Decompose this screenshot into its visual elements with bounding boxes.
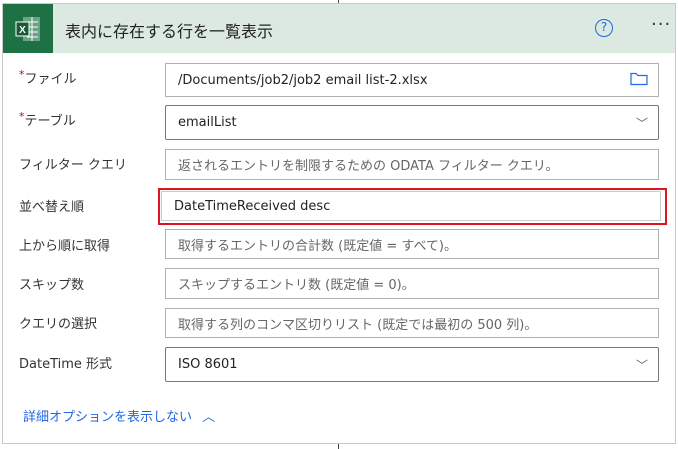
placeholder: 返されるエントリを制限するための ODATA フィルター クエリ。 [178,159,559,174]
folder-icon[interactable] [630,72,648,89]
excel-icon: X [3,4,53,53]
filter-query-label: フィルター クエリ [19,158,127,173]
action-card: X 表内に存在する行を一覧表示 ? ··· *ファイル /Documents/j… [2,3,676,444]
placeholder: スキップするエントリ数 (既定値 = 0)。 [178,278,415,293]
label-text: ファイル [24,72,77,87]
action-title: 表内に存在する行を一覧表示 [65,22,274,41]
svg-text:X: X [19,25,26,36]
chevron-down-icon: ﹀ [635,358,648,372]
link-text: 詳細オプションを表示しない [23,410,193,425]
chevron-down-icon: ﹀ [635,116,648,130]
label-text: テーブル [24,114,76,129]
connector-line [338,444,339,449]
datetime-format-dropdown[interactable]: ISO 8601 ﹀ [165,347,659,382]
input-value: /Documents/job2/job2 email list-2.xlsx [178,72,428,88]
top-count-label: 上から順に取得 [19,239,111,254]
highlight-box [158,188,667,225]
top-count-input[interactable]: 取得するエントリの合計数 (既定値 = すべて)。 [165,229,659,259]
select-query-input[interactable]: 取得する列のコンマ区切りリスト (既定では最初の 500 列)。 [165,308,659,338]
datetime-format-label: DateTime 形式 [19,357,113,372]
input-value: ISO 8601 [178,357,238,372]
select-query-label: クエリの選択 [19,317,98,332]
hide-advanced-options-link[interactable]: 詳細オプションを表示しない ︿ [23,406,215,425]
more-options-icon[interactable]: ··· [651,14,671,35]
skip-count-label: スキップ数 [19,278,85,293]
placeholder: 取得するエントリの合計数 (既定値 = すべて)。 [178,238,458,254]
chevron-up-icon: ︿ [202,410,216,425]
help-icon[interactable]: ? [595,19,613,37]
order-by-label: 並べ替え順 [19,200,85,215]
skip-count-input[interactable]: スキップするエントリ数 (既定値 = 0)。 [165,268,659,299]
table-dropdown[interactable]: emailList ﹀ [165,105,659,140]
filter-query-input[interactable]: 返されるエントリを制限するための ODATA フィルター クエリ。 [165,149,659,180]
placeholder: 取得する列のコンマ区切りリスト (既定では最初の 500 列)。 [178,317,538,333]
table-label: *テーブル [19,110,76,129]
file-input[interactable]: /Documents/job2/job2 email list-2.xlsx [165,63,659,97]
file-label: *ファイル [19,68,77,87]
card-header[interactable]: X 表内に存在する行を一覧表示 ? ··· [3,4,675,53]
input-value: emailList [178,115,237,130]
